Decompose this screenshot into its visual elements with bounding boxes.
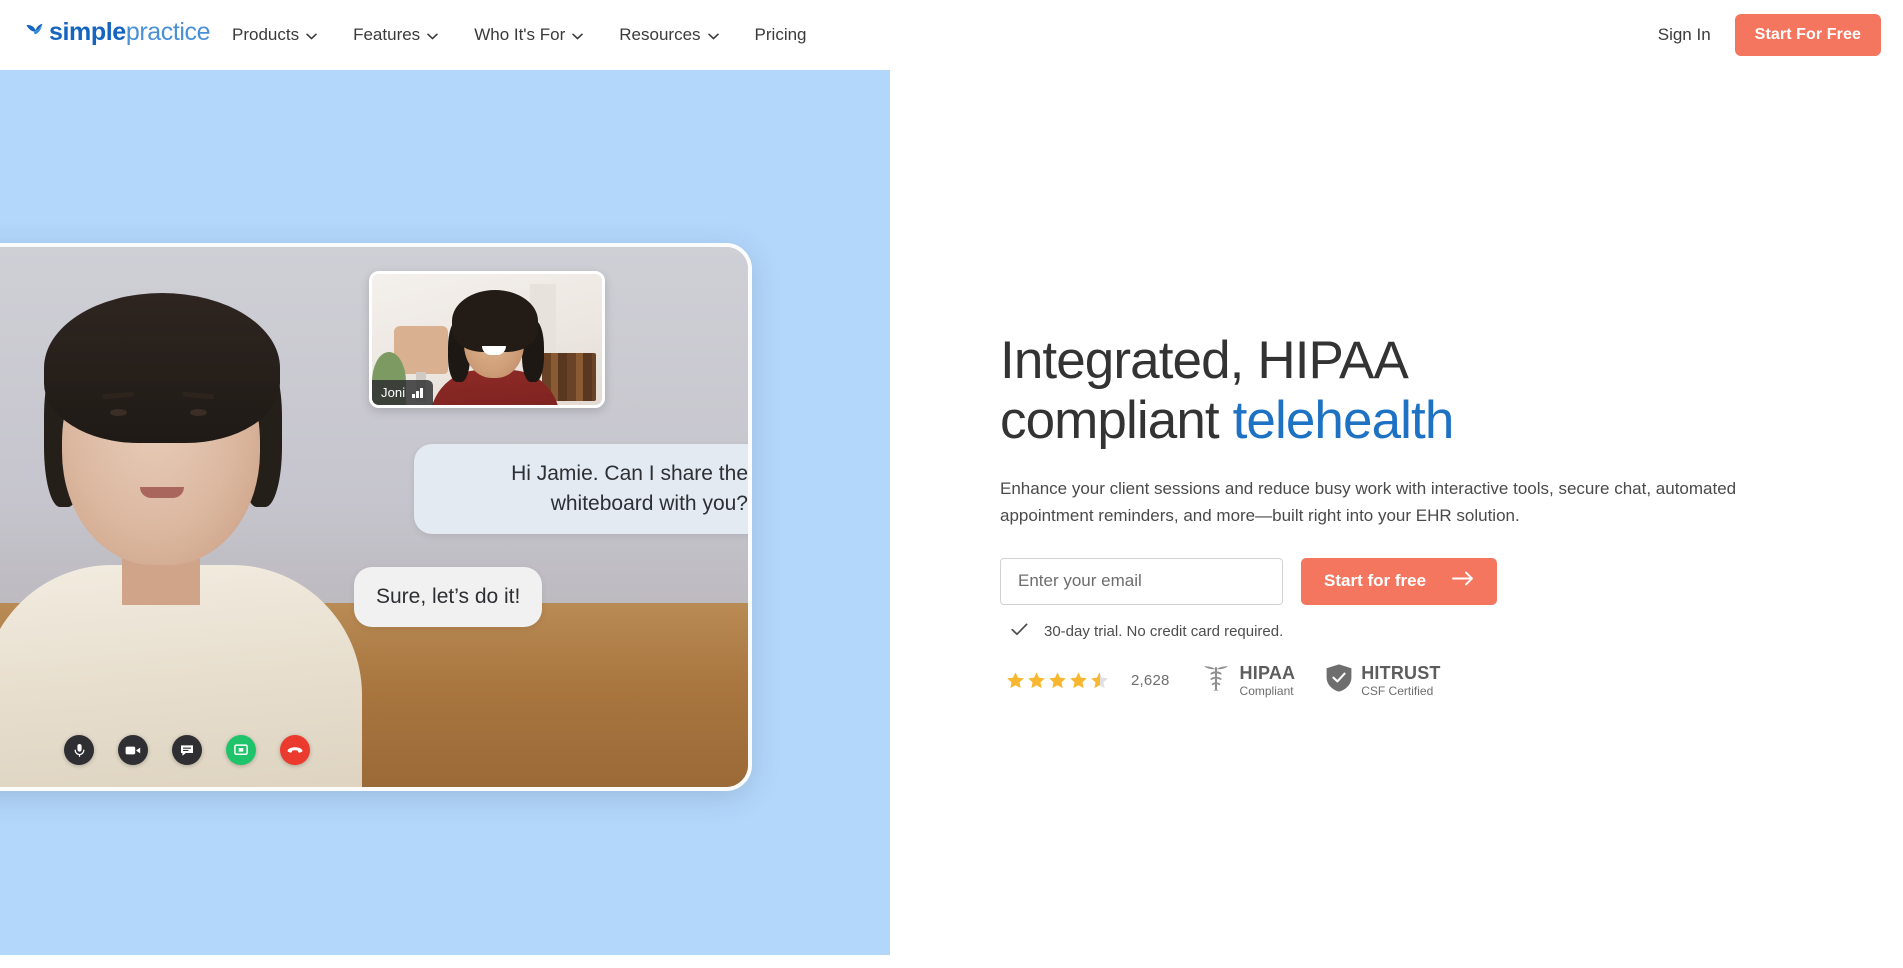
chevron-down-icon bbox=[572, 33, 584, 40]
trial-note-row: 30-day trial. No credit card required. bbox=[1000, 623, 1800, 641]
chat-bubble-icon bbox=[180, 744, 194, 757]
header-actions: Sign In Start For Free bbox=[1658, 0, 1881, 70]
nav-item-features[interactable]: Features bbox=[335, 0, 456, 70]
nav-label: Products bbox=[232, 25, 300, 44]
start-for-free-cta-button[interactable]: Start for free bbox=[1301, 557, 1498, 605]
sign-in-link[interactable]: Sign In bbox=[1658, 25, 1711, 45]
share-screen-button[interactable] bbox=[226, 735, 256, 765]
telehealth-video-mockup: Joni Hi Jamie. Can I share the whiteboar… bbox=[0, 243, 752, 791]
scene-person-eye-right bbox=[190, 409, 207, 416]
microphone-button[interactable] bbox=[64, 735, 94, 765]
pip-name-label: Joni bbox=[372, 380, 434, 405]
scene-person-mouth bbox=[140, 487, 184, 498]
call-controls-bar bbox=[64, 735, 310, 765]
butterfly-mark-icon bbox=[25, 21, 47, 43]
star-rating bbox=[1006, 671, 1109, 690]
pip-person-hair bbox=[452, 290, 538, 352]
star-icon-5-half bbox=[1091, 672, 1108, 688]
nav-label: Resources bbox=[619, 25, 701, 44]
signup-form: Start for free bbox=[1000, 557, 1800, 605]
caduceus-icon bbox=[1200, 663, 1232, 698]
checkmark-icon bbox=[1011, 623, 1028, 641]
review-count: 2,628 bbox=[1131, 671, 1170, 689]
badge-title: HITRUST bbox=[1361, 662, 1441, 683]
nav-item-pricing[interactable]: Pricing bbox=[737, 0, 825, 70]
nav-label: Pricing bbox=[754, 25, 807, 44]
shield-check-icon bbox=[1325, 663, 1353, 698]
cta-label: Start for free bbox=[1324, 571, 1427, 591]
end-call-button[interactable] bbox=[280, 735, 310, 765]
nav-item-products[interactable]: Products bbox=[232, 0, 335, 70]
picture-in-picture-video[interactable]: Joni bbox=[369, 271, 605, 408]
signal-bars-icon bbox=[412, 387, 424, 398]
pip-participant-name: Joni bbox=[381, 385, 406, 400]
nav-label: Who It's For bbox=[474, 25, 566, 44]
headline-accent-text: telehealth bbox=[1232, 391, 1455, 451]
logo-word-simple: simple bbox=[49, 17, 126, 46]
site-logo[interactable]: simplepractice bbox=[25, 16, 211, 48]
chat-bubble-incoming: Hi Jamie. Can I share the whiteboard wit… bbox=[414, 444, 748, 534]
nav-label: Features bbox=[353, 25, 421, 44]
badge-text: HITRUST CSF Certified bbox=[1361, 662, 1441, 698]
hero-visual-panel: Joni Hi Jamie. Can I share the whiteboar… bbox=[0, 70, 890, 955]
hitrust-certification-badge: HITRUST CSF Certified bbox=[1325, 663, 1440, 698]
scene-person-eye-left bbox=[110, 409, 127, 416]
nav-item-who-its-for[interactable]: Who It's For bbox=[456, 0, 601, 70]
badge-title: HIPAA bbox=[1239, 662, 1296, 683]
chat-button[interactable] bbox=[172, 735, 202, 765]
star-icon-4 bbox=[1070, 672, 1087, 688]
hero-subheadline: Enhance your client sessions and reduce … bbox=[1000, 478, 1737, 526]
star-icon-3 bbox=[1049, 672, 1066, 688]
chat-bubble-outgoing: Sure, let’s do it! bbox=[354, 567, 543, 627]
site-header: simplepractice Products Features Who It'… bbox=[0, 0, 1903, 70]
email-field[interactable] bbox=[1000, 557, 1283, 605]
chevron-down-icon bbox=[427, 33, 438, 40]
badge-subtitle: CSF Certified bbox=[1361, 683, 1434, 698]
chevron-down-icon bbox=[306, 33, 317, 40]
trial-note-text: 30-day trial. No credit card required. bbox=[1044, 623, 1284, 641]
hero-content: Integrated, HIPAA compliant telehealth E… bbox=[1000, 70, 1800, 698]
arrow-right-icon bbox=[1452, 571, 1474, 591]
start-for-free-button[interactable]: Start For Free bbox=[1734, 14, 1881, 56]
camera-button[interactable] bbox=[118, 735, 148, 765]
chevron-down-icon bbox=[707, 33, 719, 40]
badge-text: HIPAA Compliant bbox=[1239, 662, 1296, 698]
primary-navigation: Products Features Who It's For Resources… bbox=[232, 0, 825, 70]
trust-signals-row: 2,628 HIPAA Compliant HITRUST CSF Certif… bbox=[1000, 663, 1800, 698]
hipaa-compliance-badge: HIPAA Compliant bbox=[1200, 663, 1296, 698]
page-title: Integrated, HIPAA compliant telehealth bbox=[1000, 331, 1600, 452]
logo-wordmark: simplepractice bbox=[49, 17, 211, 46]
logo-word-practice: practice bbox=[125, 17, 211, 46]
nav-item-resources[interactable]: Resources bbox=[601, 0, 736, 70]
star-icon-2 bbox=[1028, 672, 1045, 688]
phone-hangup-icon bbox=[287, 745, 303, 756]
screen-share-icon bbox=[234, 743, 248, 757]
hero-section: Joni Hi Jamie. Can I share the whiteboar… bbox=[0, 70, 1903, 968]
scene-person-hair bbox=[44, 293, 280, 443]
microphone-icon bbox=[73, 743, 86, 758]
video-camera-icon bbox=[125, 745, 141, 756]
star-icon-1 bbox=[1007, 672, 1024, 688]
badge-subtitle: Compliant bbox=[1239, 683, 1294, 698]
